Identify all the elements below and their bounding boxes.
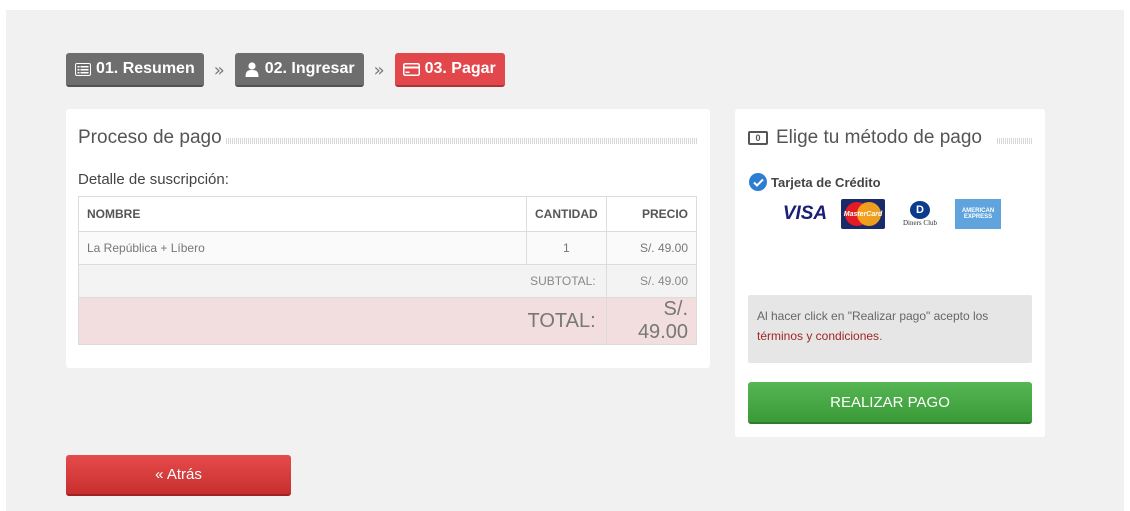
product-qty: 1	[526, 231, 607, 265]
mastercard-text: MasterCard	[843, 210, 883, 218]
visa-logo: VISA	[782, 203, 828, 224]
panel-title: Proceso de pago	[78, 127, 222, 148]
credit-card-icon	[403, 62, 421, 77]
subtotal-label: SUBTOTAL:	[78, 264, 607, 298]
subtotal-row: SUBTOTAL: S/. 49.00	[78, 264, 698, 298]
terms-notice: Al hacer click en "Realizar pago" acepto…	[748, 295, 1032, 363]
payment-process-panel: Proceso de pago Detalle de suscripción: …	[66, 109, 710, 368]
list-icon	[74, 62, 92, 77]
diners-mark: D	[910, 201, 930, 219]
step-separator: »	[373, 59, 385, 81]
table-header-row: NOMBRE CANTIDAD PRECIO	[78, 196, 698, 232]
step-label: 02. Ingresar	[264, 60, 355, 77]
credit-card-option[interactable]: Tarjeta de Crédito	[749, 173, 881, 191]
amex-text-2: EXPRESS	[963, 214, 993, 220]
product-price: S/. 49.00	[605, 231, 698, 265]
total-value: S/. 49.00	[605, 297, 698, 345]
column-header-qty: CANTIDAD	[526, 196, 607, 232]
user-icon	[243, 61, 261, 77]
card-logos: VISA MasterCard D Diners Club AMERICAN E…	[781, 199, 1013, 229]
total-label: TOTAL:	[78, 297, 607, 345]
method-label: Tarjeta de Crédito	[771, 174, 881, 190]
american-express-logo: AMERICAN EXPRESS	[955, 199, 1001, 229]
column-header-name: NOMBRE	[78, 196, 527, 232]
diners-text: Diners Club	[902, 219, 938, 227]
step-ingresar[interactable]: 02. Ingresar	[234, 53, 364, 87]
money-icon: 0	[748, 131, 768, 145]
payment-method-title-text: Elige tu método de pago	[776, 127, 982, 148]
title-divider	[226, 138, 697, 144]
mastercard-logo: MasterCard	[841, 199, 885, 229]
subscription-detail-heading: Detalle de suscripción:	[78, 171, 229, 188]
step-resumen[interactable]: 01. Resumen	[66, 53, 204, 87]
step-separator: »	[213, 59, 225, 81]
check-circle-icon	[749, 173, 767, 191]
checkout-steps: 01. Resumen » 02. Ingresar » 03. Pagar	[66, 53, 505, 87]
realizar-pago-button[interactable]: REALIZAR PAGO	[748, 382, 1032, 424]
terms-text: Al hacer click en "Realizar pago" acepto…	[757, 309, 989, 323]
step-pagar[interactable]: 03. Pagar	[394, 53, 505, 87]
product-name: La República + Líbero	[78, 231, 527, 265]
terms-link[interactable]: términos y condiciones	[757, 329, 879, 343]
subtotal-value: S/. 49.00	[605, 264, 698, 298]
back-button[interactable]: « Atrás	[66, 455, 291, 496]
table-row: La República + Líbero 1 S/. 49.00	[78, 231, 698, 265]
step-label: 01. Resumen	[96, 60, 195, 77]
subscription-table: NOMBRE CANTIDAD PRECIO La República + Lí…	[78, 196, 698, 345]
terms-end: .	[879, 329, 883, 343]
payment-method-title: 0 Elige tu método de pago	[748, 127, 982, 149]
title-divider	[997, 138, 1032, 144]
payment-method-panel: 0 Elige tu método de pago Tarjeta de Cré…	[735, 109, 1045, 437]
step-label: 03. Pagar	[424, 60, 496, 77]
total-row: TOTAL: S/. 49.00	[78, 297, 698, 345]
diners-club-logo: D Diners Club	[897, 199, 943, 229]
column-header-price: PRECIO	[605, 196, 698, 232]
